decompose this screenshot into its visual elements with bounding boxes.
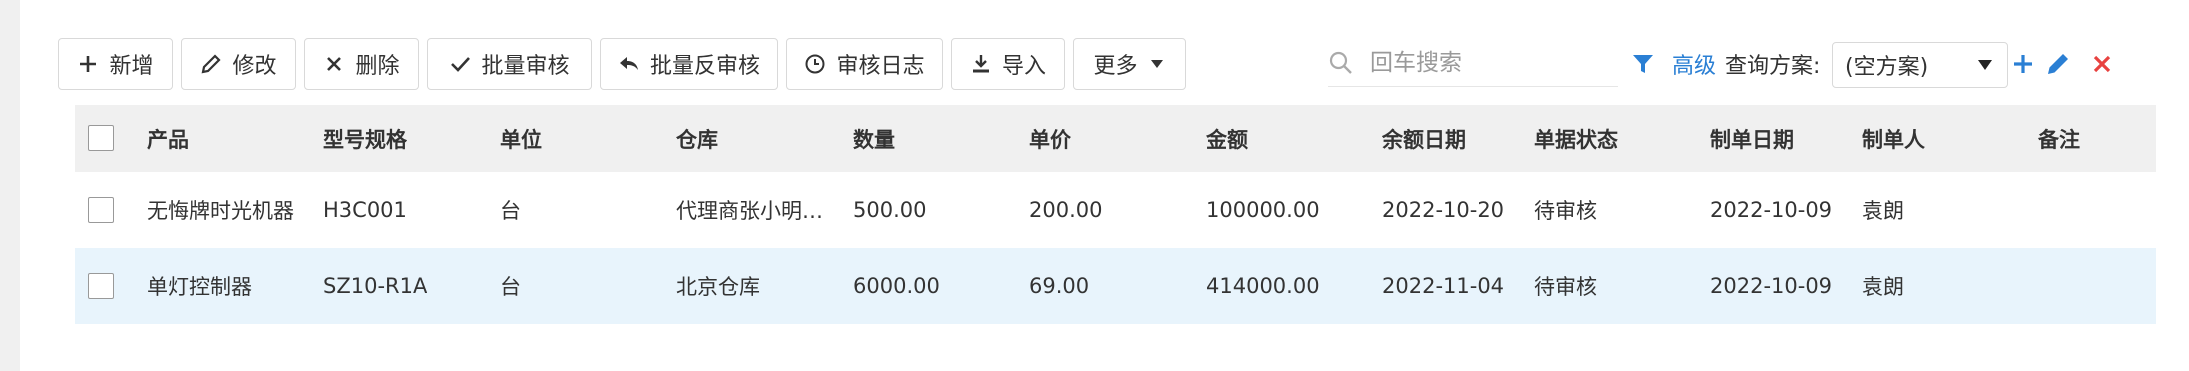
cell-warehouse: 北京仓库 — [676, 275, 760, 299]
cell-created-date: 2022-10-09 — [1710, 198, 1833, 222]
column-header-amount[interactable]: 金额 — [1206, 105, 1248, 172]
query-scheme-label: 查询方案: — [1725, 54, 1821, 79]
column-header-creator[interactable]: 制单人 — [1862, 105, 1925, 172]
audit-log-button-label: 审核日志 — [836, 54, 925, 79]
cell-quantity: 6000.00 — [853, 274, 940, 298]
cell-creator: 袁朗 — [1862, 199, 1904, 223]
cell-product: 单灯控制器 — [147, 275, 252, 299]
content-panel: 新增 修改 删除 批量审核 批量反审核 审核日志 导入 更多 回车搜索 高级 查… — [20, 0, 2189, 371]
row-checkbox[interactable] — [88, 273, 114, 299]
toolbar: 新增 修改 删除 批量审核 批量反审核 审核日志 导入 更多 — [58, 38, 1194, 90]
data-table: 产品 型号规格 单位 仓库 数量 单价 金额 余额日期 单据状态 制单日期 制单… — [75, 105, 2156, 324]
cell-created-date: 2022-10-09 — [1710, 274, 1833, 298]
edit-button[interactable]: 修改 — [181, 38, 296, 90]
table-header-row: 产品 型号规格 单位 仓库 数量 单价 金额 余额日期 单据状态 制单日期 制单… — [75, 105, 2156, 172]
caret-down-icon — [1978, 60, 1992, 70]
import-button[interactable]: 导入 — [951, 38, 1065, 90]
reply-icon — [619, 57, 638, 70]
cell-warehouse: 代理商张小明… — [676, 199, 823, 223]
column-header-product[interactable]: 产品 — [147, 105, 189, 172]
delete-button-label: 删除 — [355, 54, 400, 79]
column-header-remark[interactable]: 备注 — [2038, 105, 2080, 172]
add-button-label: 新增 — [109, 54, 154, 79]
cell-unit-price: 200.00 — [1029, 198, 1103, 222]
more-button-label: 更多 — [1093, 54, 1138, 79]
cell-product: 无悔牌时光机器 — [147, 199, 294, 223]
column-header-unit-price[interactable]: 单价 — [1029, 105, 1071, 172]
table-row[interactable]: 无悔牌时光机器 H3C001 台 代理商张小明… 500.00 200.00 1… — [75, 172, 2156, 248]
batch-unapprove-button[interactable]: 批量反审核 — [600, 38, 778, 90]
cell-balance-date: 2022-10-20 — [1382, 198, 1505, 222]
add-button[interactable]: 新增 — [58, 38, 173, 90]
more-button[interactable]: 更多 — [1073, 38, 1186, 90]
cell-amount: 414000.00 — [1206, 274, 1320, 298]
batch-approve-button[interactable]: 批量审核 — [427, 38, 592, 90]
column-header-created-date[interactable]: 制单日期 — [1710, 105, 1794, 172]
column-header-model[interactable]: 型号规格 — [323, 105, 407, 172]
search-input[interactable] — [1368, 49, 1612, 77]
cell-unit-price: 69.00 — [1029, 274, 1090, 298]
search-box — [1328, 40, 1618, 87]
import-button-label: 导入 — [1001, 54, 1046, 79]
cell-balance-date: 2022-11-04 — [1382, 274, 1505, 298]
cell-model: H3C001 — [323, 198, 407, 222]
cell-unit: 台 — [500, 199, 521, 223]
batch-approve-button-label: 批量审核 — [481, 54, 570, 79]
column-header-balance-date[interactable]: 余额日期 — [1382, 105, 1466, 172]
close-icon — [327, 57, 342, 71]
batch-unapprove-button-label: 批量反审核 — [649, 54, 760, 79]
column-header-unit[interactable]: 单位 — [500, 105, 542, 172]
pencil-icon — [202, 54, 222, 74]
edit-scheme-icon[interactable] — [2044, 50, 2072, 78]
cell-model: SZ10-R1A — [323, 274, 428, 298]
column-header-warehouse[interactable]: 仓库 — [676, 105, 718, 172]
cell-quantity: 500.00 — [853, 198, 927, 222]
cell-amount: 100000.00 — [1206, 198, 1320, 222]
delete-button[interactable]: 删除 — [304, 38, 419, 90]
filter-icon[interactable] — [1631, 52, 1655, 76]
delete-scheme-icon[interactable] — [2088, 50, 2116, 78]
query-scheme-value: (空方案) — [1845, 55, 1929, 80]
column-header-quantity[interactable]: 数量 — [853, 105, 895, 172]
row-checkbox[interactable] — [88, 197, 114, 223]
cell-unit: 台 — [500, 275, 521, 299]
table-row[interactable]: 单灯控制器 SZ10-R1A 台 北京仓库 6000.00 69.00 4140… — [75, 248, 2156, 324]
download-icon — [972, 55, 989, 73]
select-all-checkbox[interactable] — [88, 125, 114, 151]
cell-creator: 袁朗 — [1862, 275, 1904, 299]
edit-button-label: 修改 — [232, 54, 277, 79]
column-header-doc-status[interactable]: 单据状态 — [1534, 105, 1618, 172]
cell-doc-status: 待审核 — [1534, 199, 1597, 223]
add-scheme-icon[interactable] — [2009, 50, 2037, 78]
cell-doc-status: 待审核 — [1534, 275, 1597, 299]
checkmark-icon — [451, 57, 471, 72]
query-scheme-select[interactable]: (空方案) — [1832, 42, 2008, 88]
clock-icon — [805, 54, 825, 74]
search-icon — [1329, 51, 1352, 74]
plus-icon — [80, 56, 97, 72]
caret-down-icon — [1150, 60, 1163, 68]
advanced-filter-link[interactable]: 高级 — [1672, 48, 1716, 80]
audit-log-button[interactable]: 审核日志 — [786, 38, 943, 90]
